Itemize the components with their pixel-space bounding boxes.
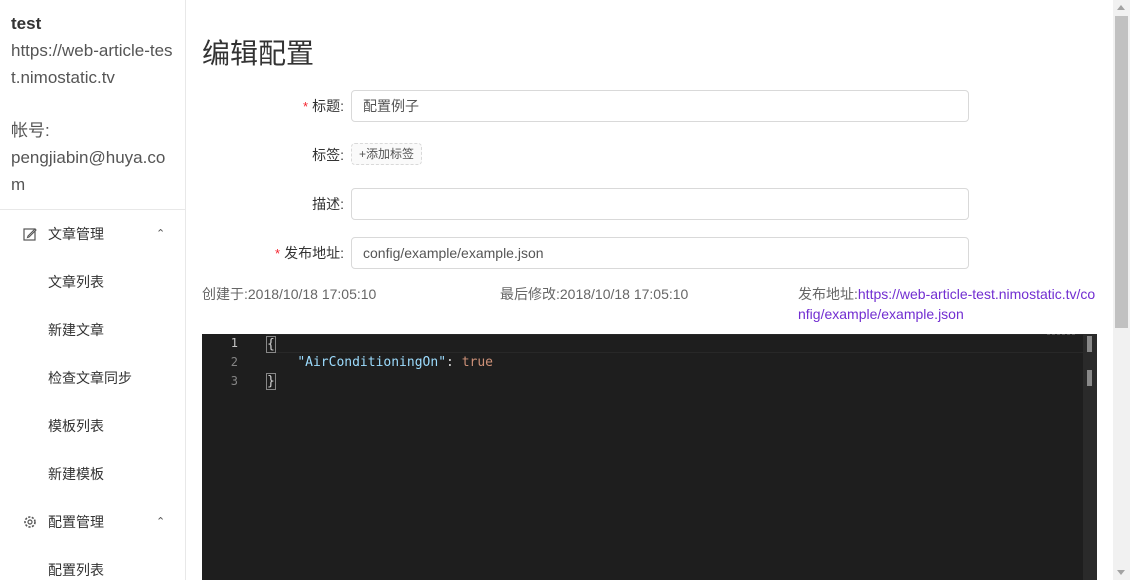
account-label: 帐号: — [11, 121, 50, 140]
sidebar: test https://web-article-test.nimostatic… — [0, 0, 186, 580]
main-content: 编辑配置 *标题: 标签: +添加标签 描述: *发布地址: 创建于:2018/… — [186, 0, 1114, 580]
form-row-desc: 描述: — [186, 188, 1114, 220]
publish-url-info: 发布地址:https://web-article-test.nimostatic… — [798, 284, 1098, 324]
form-row-title: * 标题: — [186, 90, 1114, 122]
created-value: 2018/10/18 17:05:10 — [247, 286, 377, 302]
menu-item-config-list[interactable]: 配置列表 — [0, 546, 185, 580]
page-title: 编辑配置 — [202, 38, 315, 69]
modified-info: 最后修改:2018/10/18 17:05:10 — [500, 284, 688, 304]
title-label-text: 标题: — [312, 98, 344, 114]
tags-label: 标签: — [312, 147, 344, 163]
gear-icon — [24, 516, 36, 528]
modified-label: 最后修改: — [500, 286, 560, 302]
menu-item-check-sync[interactable]: 检查文章同步 — [0, 354, 185, 402]
profile-name: test — [11, 14, 42, 33]
menu-item-new-template[interactable]: 新建模板 — [0, 450, 185, 498]
created-label: 创建于: — [202, 286, 248, 302]
scrollbar-thumb[interactable] — [1115, 16, 1128, 328]
publish-path-input[interactable] — [351, 237, 969, 269]
publish-label-text: 发布地址: — [284, 245, 344, 261]
code-line: "AirConditioningOn": true — [266, 353, 1083, 372]
code-line: } — [266, 372, 1083, 391]
editor-scrollbar[interactable] — [1083, 334, 1097, 580]
menu-group-label: 文章管理 — [48, 226, 104, 242]
menu-item-article-list[interactable]: 文章列表 — [0, 258, 185, 306]
minimap — [1047, 334, 1075, 338]
line-number-gutter: 1 2 3 — [202, 334, 252, 391]
menu-group-articles[interactable]: 文章管理 ⌃ — [0, 210, 185, 258]
code-editor[interactable]: 1 2 3 { "AirConditioningOn": true } — [202, 334, 1097, 580]
json-key: "AirConditioningOn" — [297, 355, 447, 370]
menu-group-label: 配置管理 — [48, 514, 104, 530]
scroll-marker — [1087, 336, 1092, 352]
menu-item-template-list[interactable]: 模板列表 — [0, 402, 185, 450]
json-value: true — [461, 355, 493, 370]
line-number: 1 — [230, 336, 238, 350]
form-row-tags: 标签: +添加标签 — [186, 139, 1114, 171]
account-email: pengjiabin@huya.com — [11, 148, 166, 194]
json-colon: : — [446, 355, 462, 370]
required-mark: * — [275, 246, 281, 261]
page-scrollbar[interactable] — [1113, 0, 1130, 580]
scroll-up-arrow-icon[interactable] — [1117, 5, 1125, 10]
description-input[interactable] — [351, 188, 969, 220]
title-input[interactable] — [351, 90, 969, 122]
title-label: * 标题: — [303, 90, 344, 123]
profile-site: https://web-article-test.nimostatic.tv — [11, 41, 173, 87]
chevron-up-icon: ⌃ — [156, 228, 166, 240]
required-mark: * — [303, 99, 309, 114]
menu-item-new-article[interactable]: 新建文章 — [0, 306, 185, 354]
profile-panel: test https://web-article-test.nimostatic… — [0, 0, 185, 210]
modified-value: 2018/10/18 17:05:10 — [559, 286, 689, 302]
edit-icon — [23, 228, 37, 241]
publish-url-label: 发布地址: — [798, 286, 858, 302]
created-info: 创建于:2018/10/18 17:05:10 — [202, 284, 376, 304]
desc-label: 描述: — [312, 196, 344, 212]
publish-label: * 发布地址: — [275, 237, 344, 270]
chevron-up-icon: ⌃ — [156, 516, 166, 528]
line-number: 2 — [230, 355, 238, 369]
code-line: { — [266, 334, 1083, 353]
open-brace: { — [266, 336, 276, 353]
code-area[interactable]: { "AirConditioningOn": true } — [266, 334, 1083, 391]
scroll-down-arrow-icon[interactable] — [1117, 570, 1125, 575]
form-row-publish: * 发布地址: — [186, 237, 1114, 269]
line-number: 3 — [230, 374, 238, 388]
add-tag-button[interactable]: +添加标签 — [351, 143, 423, 165]
close-brace: } — [266, 373, 276, 390]
scroll-marker — [1087, 370, 1092, 386]
menu-group-config[interactable]: 配置管理 ⌃ — [0, 498, 185, 546]
